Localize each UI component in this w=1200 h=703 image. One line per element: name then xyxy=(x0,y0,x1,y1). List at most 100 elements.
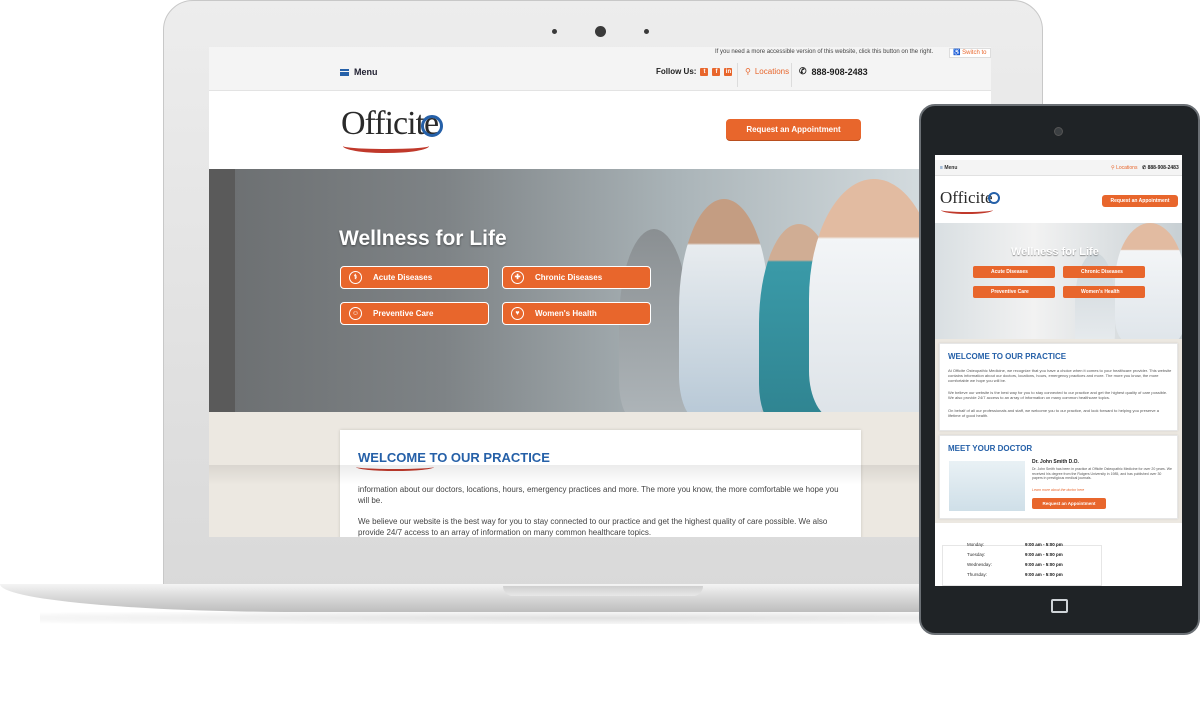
laptop-sensor xyxy=(552,29,557,34)
tablet-phone-link[interactable]: ✆ 888-908-2483 xyxy=(1142,165,1179,171)
hours-time: 9:00 am - 5:00 pm xyxy=(1025,552,1063,557)
accessibility-switch-button[interactable]: ♿ Switch to xyxy=(949,48,991,58)
site-header: Officite Request an Appointment xyxy=(209,91,991,169)
tablet-welcome-title: WELCOME TO OUR PRACTICE xyxy=(948,352,1067,361)
tablet-doctor-title: MEET YOUR DOCTOR xyxy=(948,444,1033,453)
tablet-top-bar: ≡ Menu ⚲ Locations ✆ 888-908-2483 xyxy=(935,160,1182,176)
tablet-menu-button[interactable]: ≡ Menu xyxy=(940,165,957,171)
menu-label: Menu xyxy=(354,67,378,77)
womens-health-button[interactable]: ♥ Women's Health xyxy=(502,302,651,325)
accessibility-bar: If you need a more accessible version of… xyxy=(209,47,991,59)
accessibility-switch-label: Switch to xyxy=(962,50,987,56)
preventive-care-button[interactable]: ☺ Preventive Care xyxy=(340,302,489,325)
heart-icon: ♥ xyxy=(511,307,524,320)
stethoscope-icon: ⚕ xyxy=(349,271,362,284)
hero-button-label: Acute Diseases xyxy=(991,269,1028,275)
medkit-icon: ✚ xyxy=(511,271,524,284)
hamburger-icon xyxy=(340,68,349,76)
hours-time: 9:00 am - 5:00 pm xyxy=(1025,562,1063,567)
acute-diseases-button[interactable]: ⚕ Acute Diseases xyxy=(340,266,489,289)
doctor-icon: ☺ xyxy=(349,307,362,320)
doctor-photo xyxy=(949,461,1025,511)
tablet-screen: ≡ Menu ⚲ Locations ✆ 888-908-2483 Offici… xyxy=(935,155,1182,586)
tablet-hero-title: Wellness for Life xyxy=(1011,246,1099,258)
hours-day: Wednesday: xyxy=(967,562,992,567)
phone-icon: ✆ xyxy=(799,66,807,76)
phone-number: 888-908-2483 xyxy=(1147,165,1179,171)
phone-number: 888-908-2483 xyxy=(811,66,868,77)
phone-link[interactable]: ✆ 888-908-2483 xyxy=(799,66,868,77)
locations-label: Locations xyxy=(754,67,790,76)
tablet-womens-health-button[interactable]: Women's Health xyxy=(1063,286,1145,298)
welcome-paragraph: information about our doctors, locations… xyxy=(358,485,839,505)
hours-day: Thursday: xyxy=(967,572,988,577)
twitter-icon[interactable]: t xyxy=(700,67,709,76)
hours-day: Monday: xyxy=(967,542,985,547)
tablet-hero-banner: Wellness for Life Acute Diseases Chronic… xyxy=(935,223,1182,339)
tablet-camera xyxy=(1054,127,1063,136)
hero-edge xyxy=(209,169,235,412)
linkedin-icon[interactable]: in xyxy=(724,67,733,76)
logo-swoosh xyxy=(941,206,993,214)
logo-badge-icon xyxy=(988,192,1000,204)
laptop-screen: If you need a more accessible version of… xyxy=(209,47,991,537)
locations-link[interactable]: ⚲ Locations xyxy=(745,67,789,76)
doctor-bio: Dr. John Smith has been in practice at O… xyxy=(1032,467,1172,480)
social-links: Follow Us: t f in xyxy=(656,67,733,76)
hours-row: Tuesday: 9:00 am - 5:00 pm xyxy=(967,552,1067,557)
laptop-hinge xyxy=(503,586,703,596)
hero-title: Wellness for Life xyxy=(339,227,507,250)
hero-button-label: Women's Health xyxy=(1081,289,1120,295)
divider xyxy=(737,63,738,87)
hours-time: 9:00 am - 5:00 pm xyxy=(1025,542,1063,547)
logo-swoosh xyxy=(343,139,429,153)
officite-logo[interactable]: Officite xyxy=(341,105,447,157)
tablet-preventive-care-button[interactable]: Preventive Care xyxy=(973,286,1055,298)
office-hours: Monday: 9:00 am - 5:00 pm Tuesday: 9:00 am… xyxy=(942,542,1102,586)
tablet-request-appointment-button[interactable]: Request an Appointment xyxy=(1102,195,1178,207)
menu-button[interactable]: Menu xyxy=(340,67,378,77)
tablet-logo-text[interactable]: Officite xyxy=(940,188,993,208)
hours-time: 9:00 am - 5:00 pm xyxy=(1025,572,1063,577)
tablet-chronic-diseases-button[interactable]: Chronic Diseases xyxy=(1063,266,1145,278)
hero-button-label: Preventive Care xyxy=(373,309,434,318)
logo-badge-icon xyxy=(421,115,443,137)
tablet-home-button[interactable] xyxy=(1051,599,1068,613)
hero-button-label: Chronic Diseases xyxy=(535,273,603,282)
hero-figure xyxy=(679,199,769,412)
welcome-paragraph: We believe our website is the best way f… xyxy=(358,517,828,537)
tablet-locations-link[interactable]: ⚲ Locations xyxy=(1111,165,1137,171)
facebook-icon[interactable]: f xyxy=(712,67,721,76)
menu-label: Menu xyxy=(944,165,958,171)
hours-row: Wednesday: 9:00 am - 5:00 pm xyxy=(967,562,1067,567)
map-pin-icon: ⚲ xyxy=(745,67,751,76)
hours-day: Tuesday: xyxy=(967,552,986,557)
hours-row: Thursday: 9:00 am - 5:00 pm xyxy=(967,572,1067,577)
hero-button-label: Acute Diseases xyxy=(373,273,433,282)
hero-button-label: Preventive Care xyxy=(991,289,1029,295)
doctor-request-appointment-button[interactable]: Request an Appointment xyxy=(1032,498,1106,509)
tablet-doctor-card: MEET YOUR DOCTOR Dr. John Smith D.O. Dr.… xyxy=(939,435,1178,519)
hours-row: Monday: 9:00 am - 5:00 pm xyxy=(967,542,1067,547)
request-appointment-button[interactable]: Request an Appointment xyxy=(726,119,861,140)
doctor-name: Dr. John Smith D.O. xyxy=(1032,459,1079,465)
doctor-learn-more-link[interactable]: Learn more about the doctor here xyxy=(1032,488,1084,492)
laptop-camera xyxy=(595,26,606,37)
welcome-paragraph: On behalf of all our professionals and s… xyxy=(948,408,1159,418)
chronic-diseases-button[interactable]: ✚ Chronic Diseases xyxy=(502,266,651,289)
accessibility-icon: ♿ xyxy=(953,50,963,56)
hero-figure xyxy=(1115,223,1182,339)
tablet-acute-diseases-button[interactable]: Acute Diseases xyxy=(973,266,1055,278)
locations-label: Locations xyxy=(1116,165,1138,171)
hero-banner: Wellness for Life ⚕ Acute Diseases ✚ Chr… xyxy=(209,169,991,412)
laptop-sensor xyxy=(644,29,649,34)
follow-label: Follow Us: xyxy=(656,67,697,76)
hero-button-label: Women's Health xyxy=(535,309,597,318)
divider xyxy=(791,63,792,87)
welcome-paragraph: We believe our website is the best way f… xyxy=(948,390,1168,400)
sticky-header-shadow xyxy=(209,465,991,485)
hero-button-label: Chronic Diseases xyxy=(1081,269,1123,275)
top-bar: Menu Follow Us: t f in ⚲ Locations ✆ 888… xyxy=(209,59,991,91)
tablet-welcome-card: WELCOME TO OUR PRACTICE At Officite Oste… xyxy=(939,343,1178,431)
accessibility-note: If you need a more accessible version of… xyxy=(715,49,934,55)
